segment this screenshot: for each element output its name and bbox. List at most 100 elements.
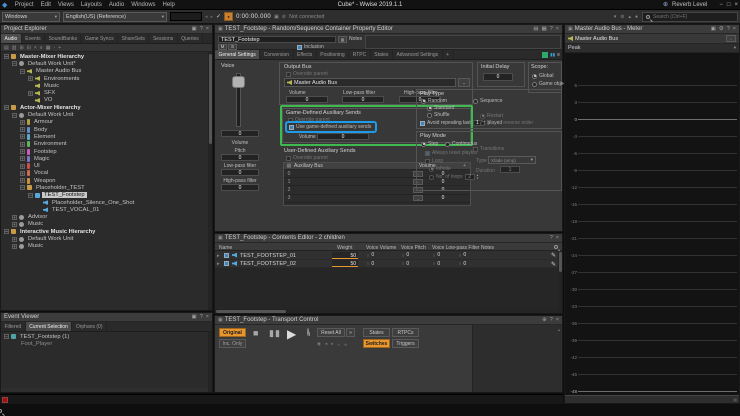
explorer-tab[interactable]: Events	[22, 34, 45, 43]
explorer-tab[interactable]: Sessions	[149, 34, 177, 43]
bus-browse-button[interactable]: ..	[726, 35, 736, 42]
column-weight[interactable]: Weight	[337, 245, 352, 251]
expander-toggle[interactable]	[4, 334, 9, 339]
column-voice-volume[interactable]: Voice Volume	[366, 245, 396, 251]
TEST_FOOTSTEP_01[interactable]: TEST_FOOTSTEP_01 50 0 0 0 0 ✎	[215, 251, 562, 260]
standard-radio[interactable]	[427, 106, 432, 111]
search-box[interactable]	[642, 12, 738, 22]
loop-control[interactable]: Loop	[425, 158, 443, 164]
prev-icon[interactable]: ◂	[325, 341, 327, 347]
close-icon[interactable]: ×	[733, 26, 736, 32]
play-type-sequence[interactable]: Sequence	[473, 98, 503, 104]
expander-toggle[interactable]	[28, 76, 33, 81]
override-parent-checkbox[interactable]	[286, 72, 291, 77]
reset-more-button[interactable]: »	[346, 328, 355, 337]
help-icon[interactable]: ?	[550, 317, 553, 323]
tree-item[interactable]: Default Work Unit	[1, 235, 212, 242]
tree-item[interactable]: SFX	[1, 89, 212, 96]
tree-item[interactable]: Magic	[1, 155, 212, 162]
expander-toggle[interactable]	[20, 149, 25, 154]
monitor-icon[interactable]: ◉	[317, 341, 321, 347]
duration-value[interactable]: 1	[500, 166, 520, 173]
expander-toggle[interactable]	[20, 185, 25, 190]
capture-button[interactable]: ●	[224, 12, 233, 21]
add-icon[interactable]: +	[58, 45, 61, 51]
tree-item[interactable]: UI	[1, 162, 212, 169]
platform-field[interactable]	[170, 12, 202, 21]
no-connection-icon[interactable]: ⊘	[282, 14, 286, 20]
explorer-tab[interactable]: ShareSets	[118, 34, 149, 43]
global-radio[interactable]	[532, 74, 537, 79]
menu-item[interactable]: Windows	[128, 2, 159, 8]
tree-item[interactable]: Default Work Unit*	[1, 60, 212, 67]
tree-item[interactable]: Environment	[1, 141, 212, 148]
include-checkbox[interactable]	[224, 253, 229, 258]
rtpcs-button[interactable]: RTPCs	[392, 328, 419, 337]
menu-item[interactable]: Edit	[37, 2, 54, 8]
explorer-tab[interactable]: Audio	[1, 34, 22, 43]
edit-icon[interactable]: ✎	[551, 252, 556, 259]
shuffle-radio[interactable]	[427, 113, 432, 118]
expander-toggle[interactable]	[28, 91, 33, 96]
nav-forward-icon[interactable]: ▸	[211, 14, 214, 20]
loops-value[interactable]: 2	[465, 174, 475, 180]
explorer-tab[interactable]: SoundBanks	[45, 34, 81, 43]
tree-item[interactable]: Music	[1, 243, 212, 250]
menu-item[interactable]: Views	[54, 2, 77, 8]
TEST_FOOTSTEP_02[interactable]: TEST_FOOTSTEP_02 50 0 0 0 0 ✎	[215, 260, 562, 269]
expander-toggle[interactable]	[20, 178, 25, 183]
explorer-scrollbar[interactable]	[208, 52, 212, 310]
transport-titlebar[interactable]: ▣ TEST_Footstep - Transport Control ⊕ ? …	[215, 316, 562, 325]
property-tab[interactable]: General Settings	[215, 50, 260, 59]
property-tab[interactable]: Effects	[294, 50, 317, 59]
infinite-option[interactable]: Infinite	[429, 166, 451, 172]
object-name-field[interactable]: TEST_Footstep	[218, 36, 336, 44]
meter-bus-row[interactable]: Master Audio Bus ..	[565, 34, 739, 44]
tree-item[interactable]: Actor-Mixer Hierarchy	[1, 104, 212, 111]
play-type-random[interactable]: Random	[421, 98, 447, 104]
play-mode-step[interactable]: Step	[421, 141, 438, 147]
game-aux-override[interactable]: Override parent	[288, 117, 330, 123]
output-bus-selector[interactable]: Master Audio Bus	[284, 78, 456, 87]
property-tab[interactable]: +	[443, 50, 454, 59]
expander-toggle[interactable]	[20, 142, 25, 147]
help-icon[interactable]: ?	[550, 26, 553, 32]
bus-lpf-field[interactable]: 0	[342, 96, 384, 103]
property-tab[interactable]: RTPC	[349, 50, 371, 59]
gear-icon[interactable]: ⚙	[719, 26, 724, 32]
override-parent-checkbox[interactable]	[286, 156, 291, 161]
states-button[interactable]: States	[363, 328, 390, 337]
spinner-icon[interactable]: ▴▾	[477, 174, 479, 179]
edit-icon[interactable]: ✎	[551, 261, 556, 268]
expander-toggle[interactable]	[4, 54, 9, 59]
help-icon[interactable]: ?	[200, 314, 203, 320]
column-voice-lpf[interactable]: Voice Low-pass Filter	[432, 245, 480, 251]
tree-item[interactable]: Music	[1, 221, 212, 228]
tree-item[interactable]: Body	[1, 126, 212, 133]
bus-volume-field[interactable]: 0	[286, 96, 328, 103]
profiler-icon[interactable]: ●	[635, 14, 638, 20]
expander-toggle[interactable]	[20, 69, 25, 74]
next-icon[interactable]: ▸	[331, 341, 333, 347]
reverse-radio[interactable]	[480, 121, 485, 126]
close-button[interactable]: ×	[734, 2, 738, 8]
voice-pitch-cell[interactable]: 0	[402, 252, 428, 259]
always-reset-control[interactable]: Always reset playlist	[425, 150, 477, 156]
event-viewer-tab[interactable]: Filtered	[1, 322, 26, 331]
reverse-option[interactable]: Play in reverse order	[480, 120, 533, 126]
property-tab[interactable]: Conversion	[260, 50, 293, 59]
mute-button[interactable]: M	[218, 44, 227, 50]
loop-checkbox[interactable]	[425, 159, 430, 164]
game-aux-volume-field[interactable]: 0	[317, 133, 369, 140]
expander-toggle[interactable]	[20, 120, 25, 125]
transitions-checkbox[interactable]	[473, 147, 478, 152]
options-icon[interactable]: ◦	[53, 45, 55, 51]
maximize-button[interactable]: □	[727, 2, 731, 8]
open-icon[interactable]: ▤	[533, 26, 538, 32]
reverb-level-icon[interactable]: ⊕	[663, 1, 668, 8]
tree-item[interactable]: Footstep	[1, 148, 212, 155]
event-viewer-titlebar[interactable]: Event Viewer ▣ ? ×	[1, 313, 212, 322]
use-game-aux-checkbox[interactable]	[289, 125, 294, 130]
include-checkbox[interactable]	[224, 261, 229, 266]
explorer-tab[interactable]: Game Syncs	[81, 34, 118, 43]
